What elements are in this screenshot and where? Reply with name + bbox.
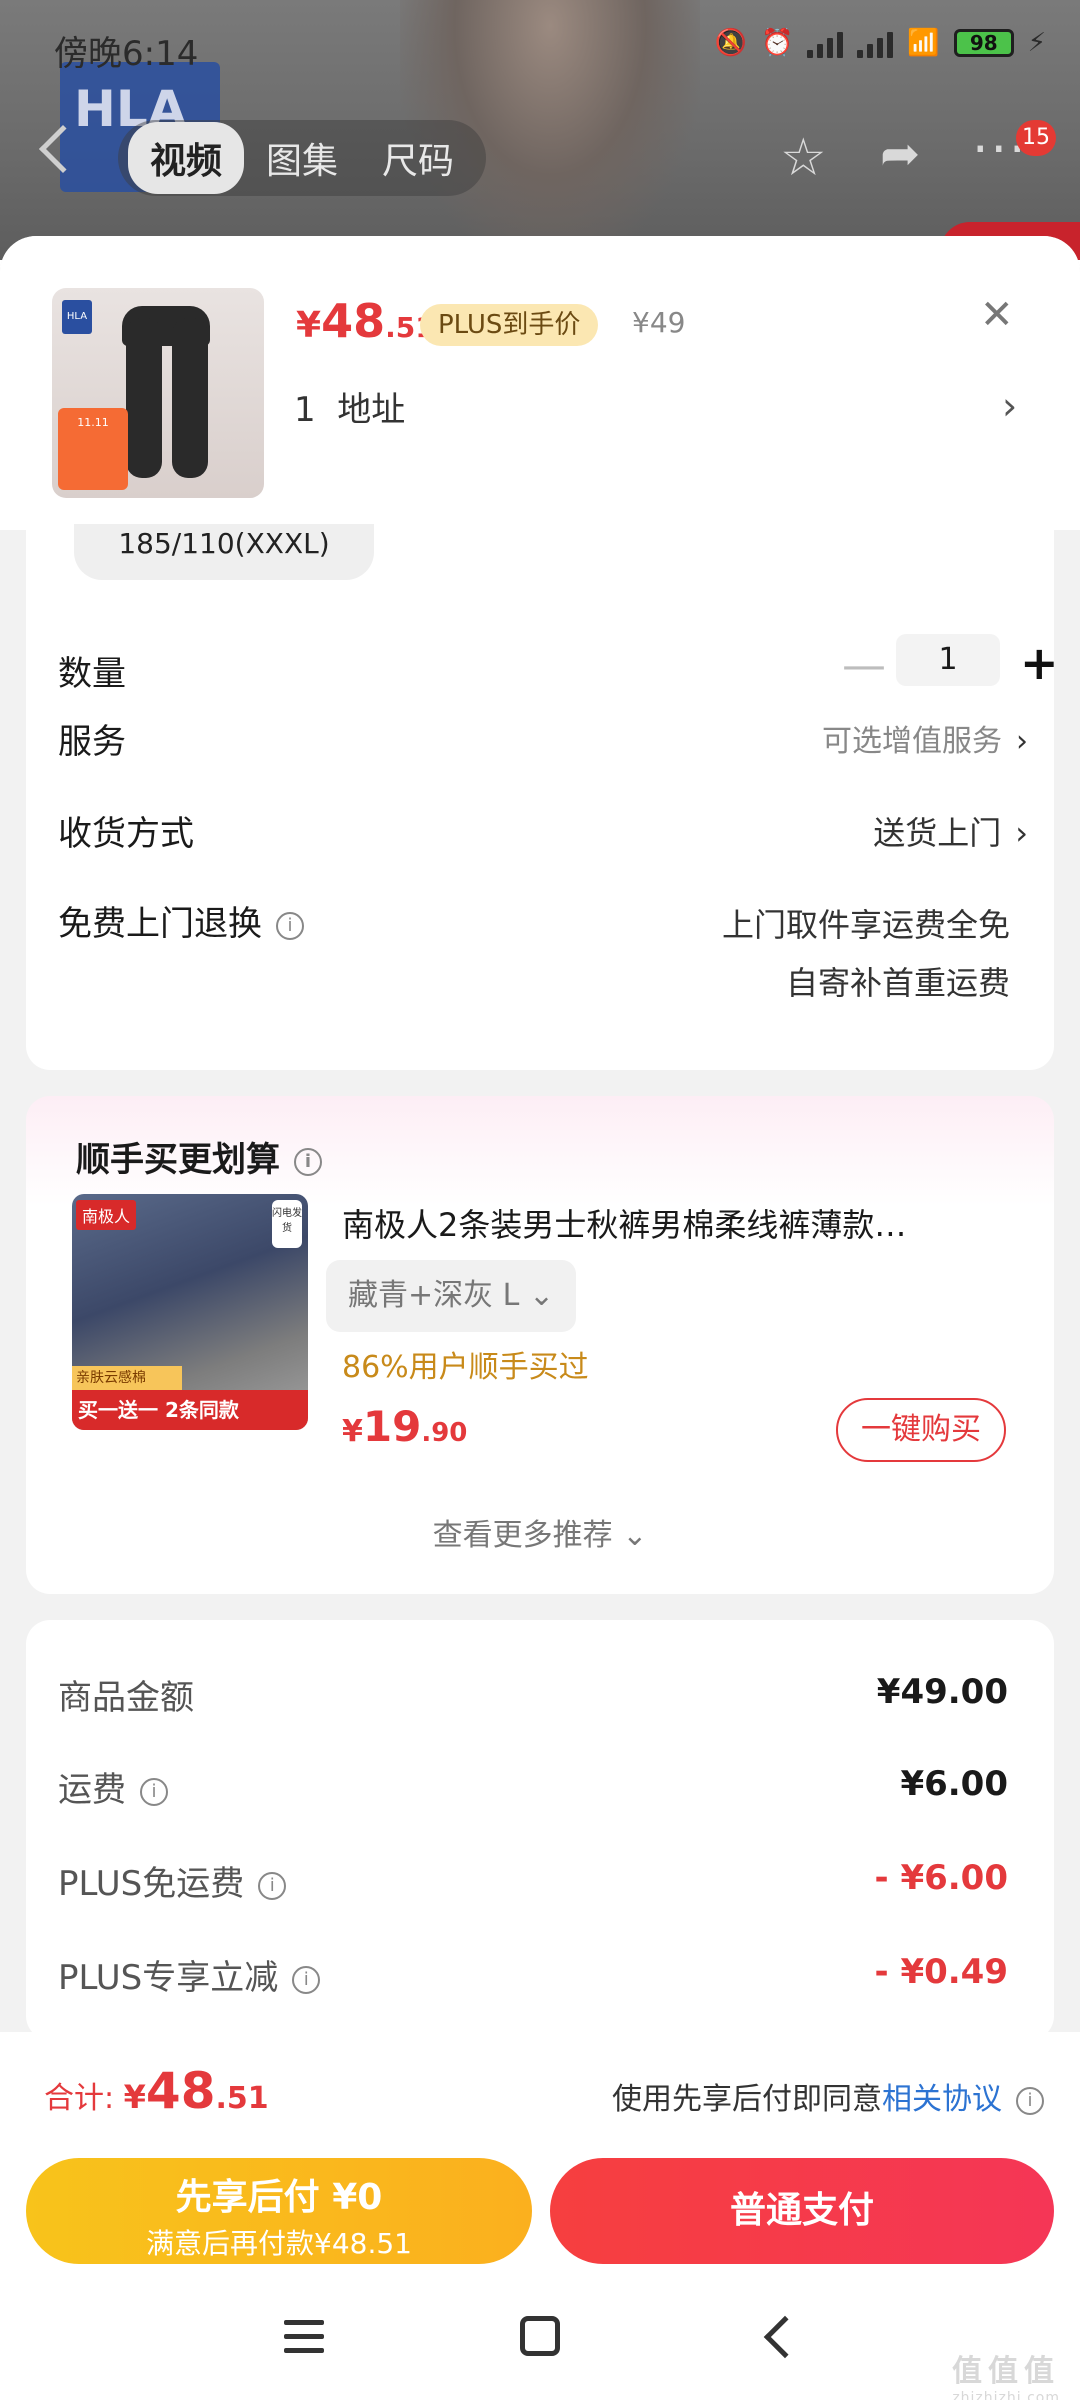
message-badge: 15: [1016, 120, 1056, 156]
chevron-right-icon: ›: [1016, 724, 1028, 759]
watermark: 值值值 zhizhizhi.com: [952, 2354, 1060, 2400]
system-navigation: [0, 2280, 1080, 2400]
status-icons: 🔕 ⏰ 📶 98 ⚡: [715, 28, 1046, 58]
recommended-spec-selector[interactable]: 藏青+深灰 L ⌄: [326, 1260, 577, 1332]
options-card: 185/110(XXXL) 数量 — 1 + 服务 可选增值服务 › 收货方式 送…: [26, 524, 1059, 1070]
favorite-star-icon[interactable]: ☆: [780, 128, 827, 188]
quantity-minus-button[interactable]: —: [842, 640, 886, 691]
product-thumbnail[interactable]: HLA 11.11: [52, 288, 264, 498]
size-option-selected[interactable]: 185/110(XXXL): [74, 524, 374, 580]
info-icon[interactable]: i: [276, 911, 304, 940]
wifi-icon: 📶: [907, 28, 940, 58]
price-summary-card: 商品金额 ¥49.00 运费 i ¥6.00 PLUS免运费 i - ¥6.00 P…: [26, 1620, 1054, 2040]
delivery-value: 送货上门 ›: [873, 814, 1028, 852]
thumbnail-logo: HLA: [62, 300, 92, 334]
recommendation-title: 顺手买更划算 i: [76, 1132, 322, 1181]
chevron-right-icon[interactable]: ›: [1002, 384, 1017, 428]
normal-pay-button[interactable]: 普通支付: [550, 2158, 1054, 2264]
tab-gallery[interactable]: 图集: [244, 122, 360, 194]
back-icon[interactable]: [763, 2315, 807, 2359]
chevron-down-icon: ⌄: [528, 1278, 555, 1313]
alarm-icon: ⏰: [760, 28, 794, 58]
product-image-brand: 南极人: [76, 1200, 137, 1230]
chevron-down-icon: ⌄: [622, 1518, 648, 1553]
info-icon[interactable]: i: [140, 1777, 168, 1806]
service-value: 可选增值服务 ›: [822, 724, 1028, 759]
battery-icon: 98: [953, 29, 1014, 57]
free-return-row: 免费上门退换 i 上门取件享运费全免 自寄补首重运费: [58, 896, 1028, 1016]
mute-icon: 🔕: [714, 28, 747, 58]
back-icon[interactable]: [38, 124, 88, 174]
top-nav: 视频 图集 尺码 ☆ ➦ ··· 15: [0, 110, 1080, 200]
service-label: 服务: [58, 722, 126, 762]
agreement-notice: 使用先享后付即同意相关协议 i: [612, 2074, 1044, 2118]
see-more-recommendations[interactable]: 查看更多推荐 ⌄: [26, 1510, 1054, 1554]
plus-price-tag: PLUS到手价: [420, 304, 599, 346]
charging-icon: ⚡: [1027, 28, 1046, 58]
free-return-label: 免费上门退换 i: [58, 896, 304, 945]
recommended-price: ¥19.90: [342, 1402, 468, 1451]
product-header: HLA 11.11 ¥48.51 PLUS到手价 ¥49 ✕ 1 地址 ›: [0, 236, 1080, 530]
address-selector[interactable]: 1 地址: [294, 382, 405, 431]
status-time: 傍晚6:14: [54, 34, 199, 74]
quantity-label: 数量: [58, 654, 126, 694]
quantity-input[interactable]: 1: [896, 634, 1000, 686]
signal-icon: [857, 28, 894, 58]
recommended-buy-rate: 86%用户顺手买过: [342, 1350, 589, 1385]
tab-size[interactable]: 尺码: [360, 122, 476, 194]
summary-row: PLUS免运费 i - ¥6.00: [58, 1858, 1008, 1904]
recommended-product-name[interactable]: 南极人2条装男士秋裤男棉柔线裤薄款…: [342, 1200, 1022, 1246]
one-click-buy-button[interactable]: 一键购买: [836, 1398, 1006, 1462]
tab-video[interactable]: 视频: [128, 122, 245, 194]
summary-row: 商品金额 ¥49.00: [58, 1672, 1008, 1718]
info-icon[interactable]: i: [258, 1871, 287, 1900]
order-total: 合计: ¥48.51: [44, 2062, 269, 2120]
pay-later-button[interactable]: 先享后付 ¥0 满意后再付款¥48.51: [26, 2158, 532, 2264]
share-icon[interactable]: ➦: [880, 126, 920, 182]
quantity-row: 数量 — 1 +: [58, 634, 1059, 706]
summary-row: PLUS专享立减 i - ¥0.49: [58, 1952, 1008, 1998]
info-icon[interactable]: i: [294, 1147, 322, 1176]
recommended-product-image[interactable]: 南极人 闪电发货 亲肤云感棉 买一送一 2条同款: [72, 1194, 308, 1430]
free-return-text: 上门取件享运费全免 自寄补首重运费: [721, 906, 1010, 1002]
info-icon[interactable]: i: [292, 1965, 321, 1994]
info-icon[interactable]: i: [1016, 2086, 1044, 2115]
product-image-feature: 亲肤云感棉: [72, 1366, 182, 1390]
delivery-label: 收货方式: [58, 814, 194, 854]
media-tabs: 视频 图集 尺码: [118, 120, 487, 196]
service-row[interactable]: 服务 可选增值服务 ›: [58, 714, 1028, 774]
agreement-link[interactable]: 相关协议: [882, 2082, 1002, 2117]
menu-icon[interactable]: [284, 2320, 324, 2356]
thumbnail-promo-tag: 11.11: [58, 408, 128, 490]
quantity-plus-button[interactable]: +: [1020, 636, 1059, 690]
signal-icon: [807, 28, 844, 58]
product-image-flash-badge: 闪电发货: [272, 1200, 302, 1248]
product-price: ¥48.51: [296, 294, 435, 348]
chevron-right-icon: ›: [1015, 814, 1028, 852]
original-price: ¥49: [632, 306, 686, 339]
product-image-promo: 买一送一 2条同款: [72, 1390, 308, 1430]
summary-row: 运费 i ¥6.00: [58, 1764, 1008, 1810]
home-icon[interactable]: [520, 2316, 560, 2356]
status-bar: 傍晚6:14 🔕 ⏰ 📶 98 ⚡: [0, 0, 1080, 96]
delivery-row[interactable]: 收货方式 送货上门 ›: [58, 806, 1028, 866]
recommendation-card: 顺手买更划算 i 南极人 闪电发货 亲肤云感棉 买一送一 2条同款 南极人2条装男…: [26, 1096, 1054, 1594]
close-icon[interactable]: ✕: [980, 292, 1014, 338]
